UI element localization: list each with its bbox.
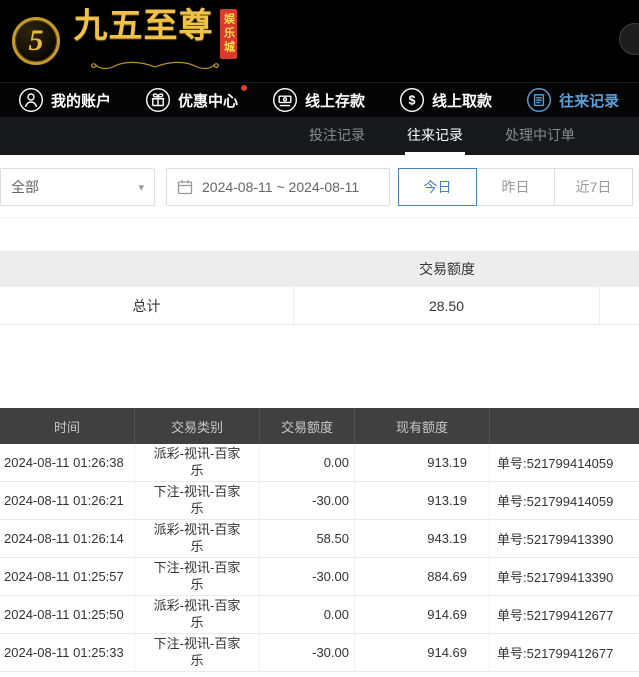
- service-bubble-icon[interactable]: [619, 23, 639, 55]
- type-cell: 派彩-视讯-百家乐: [135, 444, 260, 481]
- table-row: 2024-08-11 01:26:14 派彩-视讯-百家乐 58.50 943.…: [0, 520, 639, 558]
- type-cell: 下注-视讯-百家乐: [135, 634, 260, 671]
- spacer: [0, 325, 639, 408]
- calendar-icon: [177, 179, 193, 195]
- record-tabs: 投注记录 往来记录 处理中订单: [0, 117, 639, 155]
- time-cell: 2024-08-11 01:25:50: [0, 596, 135, 633]
- table-row: 2024-08-11 01:25:57 下注-视讯-百家乐 -30.00 884…: [0, 558, 639, 596]
- gift-icon: [145, 87, 171, 113]
- summary-header-row: 交易额度: [0, 251, 639, 287]
- order-cell: 单号:521799414059: [490, 444, 639, 481]
- main-nav: 我的账户 优惠中心: [0, 82, 639, 117]
- time-cell: 2024-08-11 01:25:57: [0, 558, 135, 595]
- user-icon: [18, 87, 44, 113]
- logo-coin-icon: 5: [12, 17, 60, 65]
- type-cell: 下注-视讯-百家乐: [135, 482, 260, 519]
- svg-text:$: $: [409, 94, 416, 108]
- tab-processing-orders[interactable]: 处理中订单: [503, 117, 577, 155]
- table-row: 2024-08-11 01:25:50 派彩-视讯-百家乐 0.00 914.6…: [0, 596, 639, 634]
- col-header-balance: 现有额度: [355, 408, 490, 444]
- balance-cell: 914.69: [355, 634, 490, 671]
- nav-label: 线上存款: [305, 90, 365, 111]
- logo-text-block: 九五至尊 娱乐城: [70, 9, 240, 73]
- time-cell: 2024-08-11 01:26:14: [0, 520, 135, 557]
- nav-label: 优惠中心: [178, 90, 238, 111]
- balance-cell: 913.19: [355, 482, 490, 519]
- nav-item-records[interactable]: 往来记录: [526, 87, 619, 113]
- amount-cell: -30.00: [260, 558, 355, 595]
- deposit-icon: [272, 87, 298, 113]
- logo-flourish-icon: [70, 60, 240, 73]
- site-header: 5 九五至尊 娱乐城: [0, 0, 639, 82]
- table-row: 2024-08-11 01:25:33 下注-视讯-百家乐 -30.00 914…: [0, 634, 639, 672]
- records-table-body: 2024-08-11 01:26:38 派彩-视讯-百家乐 0.00 913.1…: [0, 444, 639, 672]
- logo-badge: 娱乐城: [220, 9, 237, 59]
- type-cell: 下注-视讯-百家乐: [135, 558, 260, 595]
- type-cell: 派彩-视讯-百家乐: [135, 520, 260, 557]
- amount-cell: -30.00: [260, 634, 355, 671]
- order-cell: 单号:521799414059: [490, 482, 639, 519]
- amount-cell: -30.00: [260, 482, 355, 519]
- balance-cell: 943.19: [355, 520, 490, 557]
- logo-symbol: 5: [29, 24, 44, 58]
- tab-transaction-records[interactable]: 往来记录: [405, 117, 465, 155]
- nav-item-promotions[interactable]: 优惠中心: [145, 87, 238, 113]
- amount-cell: 0.00: [260, 444, 355, 481]
- time-cell: 2024-08-11 01:26:21: [0, 482, 135, 519]
- page: 5 九五至尊 娱乐城: [0, 0, 639, 677]
- withdraw-icon: $: [399, 87, 425, 113]
- col-header-time: 时间: [0, 408, 135, 444]
- range-yesterday-button[interactable]: 昨日: [476, 168, 555, 206]
- records-icon: [526, 87, 552, 113]
- chevron-down-icon: ▾: [138, 181, 144, 194]
- order-cell: 单号:521799413390: [490, 558, 639, 595]
- table-row: 2024-08-11 01:26:21 下注-视讯-百家乐 -30.00 913…: [0, 482, 639, 520]
- type-select[interactable]: 全部 ▾: [0, 168, 155, 206]
- filter-bar: 全部 ▾ 2024-08-11 ~ 2024-08-11 今日 昨日 近7日: [0, 155, 639, 218]
- spacer: [0, 218, 639, 251]
- order-cell: 单号:521799413390: [490, 520, 639, 557]
- amount-cell: 0.00: [260, 596, 355, 633]
- site-logo[interactable]: 5 九五至尊 娱乐城: [0, 9, 240, 73]
- time-cell: 2024-08-11 01:26:38: [0, 444, 135, 481]
- type-cell: 派彩-视讯-百家乐: [135, 596, 260, 633]
- table-row: 2024-08-11 01:26:38 派彩-视讯-百家乐 0.00 913.1…: [0, 444, 639, 482]
- type-select-value: 全部: [11, 177, 39, 197]
- summary-total-value: 28.50: [294, 287, 600, 324]
- nav-item-withdraw[interactable]: $ 线上取款: [399, 87, 492, 113]
- nav-label: 我的账户: [51, 90, 111, 111]
- nav-label: 线上取款: [432, 90, 492, 111]
- records-table-header: 时间 交易类别 交易额度 现有额度: [0, 408, 639, 444]
- date-range-picker[interactable]: 2024-08-11 ~ 2024-08-11: [166, 168, 390, 206]
- range-last7days-button[interactable]: 近7日: [554, 168, 633, 206]
- order-cell: 单号:521799412677: [490, 634, 639, 671]
- summary-total-row: 总计 28.50: [0, 287, 639, 325]
- balance-cell: 914.69: [355, 596, 490, 633]
- nav-label: 往来记录: [559, 90, 619, 111]
- tab-bet-records[interactable]: 投注记录: [307, 117, 367, 155]
- nav-item-my-account[interactable]: 我的账户: [18, 87, 111, 113]
- col-header-order: [490, 408, 639, 444]
- summary-amount-header: 交易额度: [294, 259, 600, 279]
- quick-range-group: 今日 昨日 近7日: [398, 168, 633, 206]
- date-range-value: 2024-08-11 ~ 2024-08-11: [202, 179, 359, 195]
- col-header-type: 交易类别: [135, 408, 260, 444]
- amount-cell: 58.50: [260, 520, 355, 557]
- balance-cell: 884.69: [355, 558, 490, 595]
- notification-dot: [241, 85, 247, 91]
- range-today-button[interactable]: 今日: [398, 168, 477, 206]
- summary-total-label: 总计: [0, 287, 294, 324]
- balance-cell: 913.19: [355, 444, 490, 481]
- time-cell: 2024-08-11 01:25:33: [0, 634, 135, 671]
- col-header-amount: 交易额度: [260, 408, 355, 444]
- nav-item-deposit[interactable]: 线上存款: [272, 87, 365, 113]
- logo-title: 九五至尊: [74, 9, 214, 45]
- order-cell: 单号:521799412677: [490, 596, 639, 633]
